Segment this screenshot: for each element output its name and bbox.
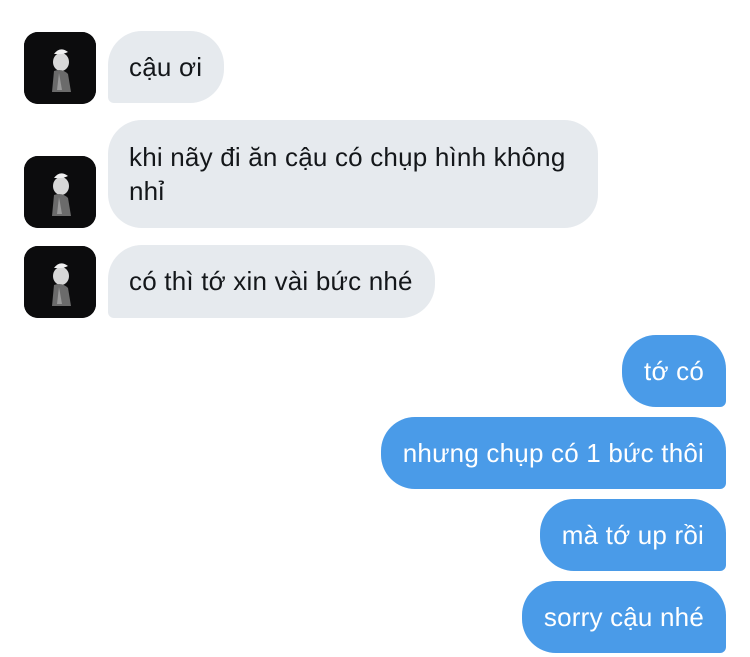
outgoing-message[interactable]: sorry cậu nhé [521, 581, 726, 653]
message-text: mà tớ up rồi [561, 520, 704, 550]
avatar-photo-icon [24, 32, 96, 104]
contact-avatar[interactable] [24, 246, 96, 318]
avatar-photo-icon [24, 246, 96, 318]
incoming-message[interactable]: có thì tớ xin vài bức nhé [108, 245, 435, 318]
contact-avatar[interactable] [24, 32, 96, 104]
message-text: sorry cậu nhé [543, 602, 704, 632]
message-text: cậu ơi [129, 52, 203, 82]
avatar-photo-icon [24, 156, 96, 228]
outgoing-message[interactable]: mà tớ up rồi [539, 499, 726, 571]
message-text: tớ có [644, 356, 704, 386]
incoming-message[interactable]: cậu ơi [108, 31, 225, 103]
contact-avatar[interactable] [24, 156, 96, 228]
message-text: nhưng chụp có 1 bức thôi [402, 438, 704, 468]
outgoing-message[interactable]: tớ có [622, 335, 726, 407]
message-text: khi nãy đi ăn cậu có chụp hình không nhỉ [129, 142, 566, 206]
message-text: có thì tớ xin vài bức nhé [129, 266, 413, 296]
outgoing-message[interactable]: nhưng chụp có 1 bức thôi [380, 417, 726, 489]
incoming-message[interactable]: khi nãy đi ăn cậu có chụp hình không nhỉ [108, 120, 598, 228]
